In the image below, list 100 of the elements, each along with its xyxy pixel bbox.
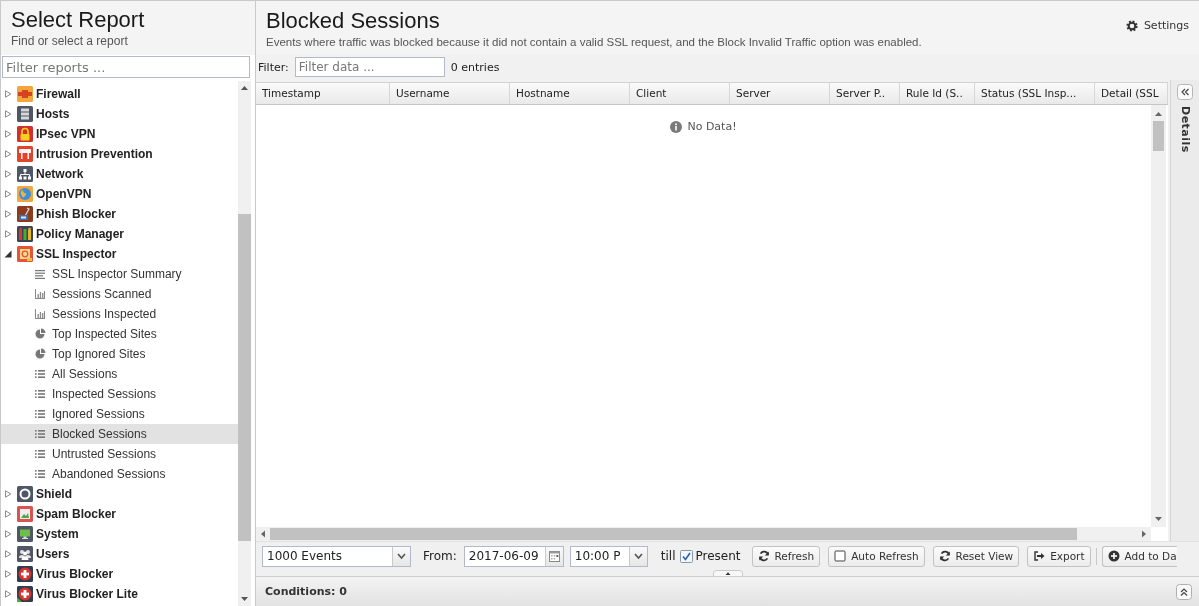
tree-item[interactable]: SSL Inspector <box>1 244 238 264</box>
filter-label: Filter: <box>258 60 289 74</box>
caret-right-icon[interactable] <box>4 490 12 498</box>
export-button[interactable]: Export <box>1027 545 1091 567</box>
column-header[interactable]: Server P.. <box>830 83 900 104</box>
details-label[interactable]: Details <box>1178 106 1192 153</box>
date-field[interactable]: 2017-06-09 <box>463 545 564 567</box>
empty-message: No Data! <box>687 120 737 133</box>
events-dropdown[interactable]: 1000 Events <box>262 545 411 567</box>
column-header[interactable]: Hostname <box>510 83 630 104</box>
tree-item[interactable]: Top Inspected Sites <box>1 324 238 344</box>
scrollbar-thumb[interactable] <box>1153 121 1164 151</box>
info-icon <box>670 120 683 133</box>
ring-icon <box>17 486 33 502</box>
tree-item[interactable]: Inspected Sessions <box>1 384 238 404</box>
brick-wall-icon <box>17 86 33 102</box>
caret-down-icon[interactable] <box>4 250 12 258</box>
caret-right-icon[interactable] <box>4 90 12 98</box>
certificate-icon <box>17 246 33 262</box>
caret-right-icon[interactable] <box>4 190 12 198</box>
tree-item[interactable]: OpenVPN <box>1 184 238 204</box>
tree-item[interactable]: Top Ignored Sites <box>1 344 238 364</box>
list-icon <box>34 468 46 480</box>
padlock-icon <box>17 126 33 142</box>
list-icon <box>34 448 46 460</box>
tree-item[interactable]: Untrusted Sessions <box>1 444 238 464</box>
panel-subtitle: Find or select a report <box>11 34 129 49</box>
time-dropdown[interactable]: 10:00 P <box>569 545 648 567</box>
lines-icon <box>34 268 46 280</box>
pie-chart-icon <box>34 328 46 340</box>
globe-icon <box>17 186 33 202</box>
column-header[interactable]: Server <box>730 83 830 104</box>
tree-item[interactable]: Sessions Inspected <box>1 304 238 324</box>
caret-right-icon[interactable] <box>4 130 12 138</box>
caret-right-icon[interactable] <box>4 150 12 158</box>
tree-item[interactable]: Hosts <box>1 104 238 124</box>
scrollbar[interactable] <box>256 527 1151 541</box>
tree-item[interactable]: All Sessions <box>1 364 238 384</box>
scrollbar-thumb[interactable] <box>270 528 1077 540</box>
users-icon <box>17 546 33 562</box>
refresh-button[interactable]: Refresh <box>751 545 821 567</box>
list-icon <box>34 368 46 380</box>
bar-chart-icon <box>34 308 46 320</box>
splitter-handle[interactable] <box>712 570 743 576</box>
columns-icon <box>17 226 33 242</box>
add-button[interactable]: Add to Da <box>1101 545 1177 567</box>
caret-right-icon[interactable] <box>4 510 12 518</box>
signpost-icon <box>17 146 33 162</box>
tree-item[interactable]: SSL Inspector Summary <box>1 264 238 284</box>
reset-view-button[interactable]: Reset View <box>932 545 1020 567</box>
column-header[interactable]: Detail (SSL <box>1095 83 1168 104</box>
tree-item[interactable]: Ignored Sessions <box>1 404 238 424</box>
scrollbar-thumb[interactable] <box>238 214 251 541</box>
tree-item[interactable]: Sessions Scanned <box>1 284 238 304</box>
tree-item[interactable]: Firewall <box>1 84 238 104</box>
tree-item[interactable]: Intrusion Prevention <box>1 144 238 164</box>
from-label: From: <box>423 549 457 563</box>
tree-item[interactable]: Network <box>1 164 238 184</box>
tree-item[interactable]: Shield <box>1 484 238 504</box>
list-icon <box>34 388 46 400</box>
auto-refresh-button[interactable]: Auto Refresh <box>828 545 925 567</box>
caret-right-icon[interactable] <box>4 570 12 578</box>
caret-right-icon[interactable] <box>4 550 12 558</box>
column-header[interactable]: Rule Id (S.. <box>900 83 975 104</box>
pie-chart-icon <box>34 348 46 360</box>
scrollbar[interactable] <box>1151 105 1166 527</box>
column-header[interactable]: Status (SSL Insp... <box>975 83 1095 104</box>
filter-reports-input[interactable]: Filter reports ... <box>2 56 250 78</box>
column-header[interactable]: Client <box>630 83 730 104</box>
monitor-icon <box>17 526 33 542</box>
column-header[interactable]: Username <box>390 83 510 104</box>
filter-data-input[interactable]: Filter data ... <box>294 57 445 77</box>
caret-right-icon[interactable] <box>4 530 12 538</box>
refresh-icon <box>757 550 770 562</box>
tree-item[interactable]: System <box>1 524 238 544</box>
caret-right-icon[interactable] <box>4 590 12 598</box>
tree-item[interactable]: Users <box>1 544 238 564</box>
tree-item[interactable]: IPsec VPN <box>1 124 238 144</box>
bar-chart-icon <box>34 288 46 300</box>
list-icon <box>34 408 46 420</box>
tree-item[interactable]: Virus Blocker <box>1 564 238 584</box>
caret-right-icon[interactable] <box>4 210 12 218</box>
tree-item[interactable]: Blocked Sessions <box>1 424 238 444</box>
tree-item[interactable]: Policy Manager <box>1 224 238 244</box>
tree-item[interactable]: Spam Blocker <box>1 504 238 524</box>
present-checkbox[interactable] <box>679 549 693 563</box>
conditions-label[interactable]: Conditions: 0 <box>265 585 347 598</box>
caret-right-icon[interactable] <box>4 170 12 178</box>
export-icon <box>1033 550 1046 562</box>
caret-right-icon[interactable] <box>4 110 12 118</box>
tree-item[interactable]: Virus Blocker Lite <box>1 584 238 604</box>
present-label[interactable]: Present <box>695 549 741 563</box>
tree-item[interactable]: Phish Blocker <box>1 204 238 224</box>
scrollbar[interactable] <box>238 81 251 606</box>
tree-item[interactable]: Abandoned Sessions <box>1 464 238 484</box>
caret-right-icon[interactable] <box>4 230 12 238</box>
double-chevron-left-icon[interactable] <box>1177 84 1193 100</box>
double-chevron-up-icon[interactable] <box>1176 583 1192 600</box>
column-header[interactable]: Timestamp <box>256 83 390 104</box>
settings-button[interactable]: Settings <box>1125 19 1189 32</box>
